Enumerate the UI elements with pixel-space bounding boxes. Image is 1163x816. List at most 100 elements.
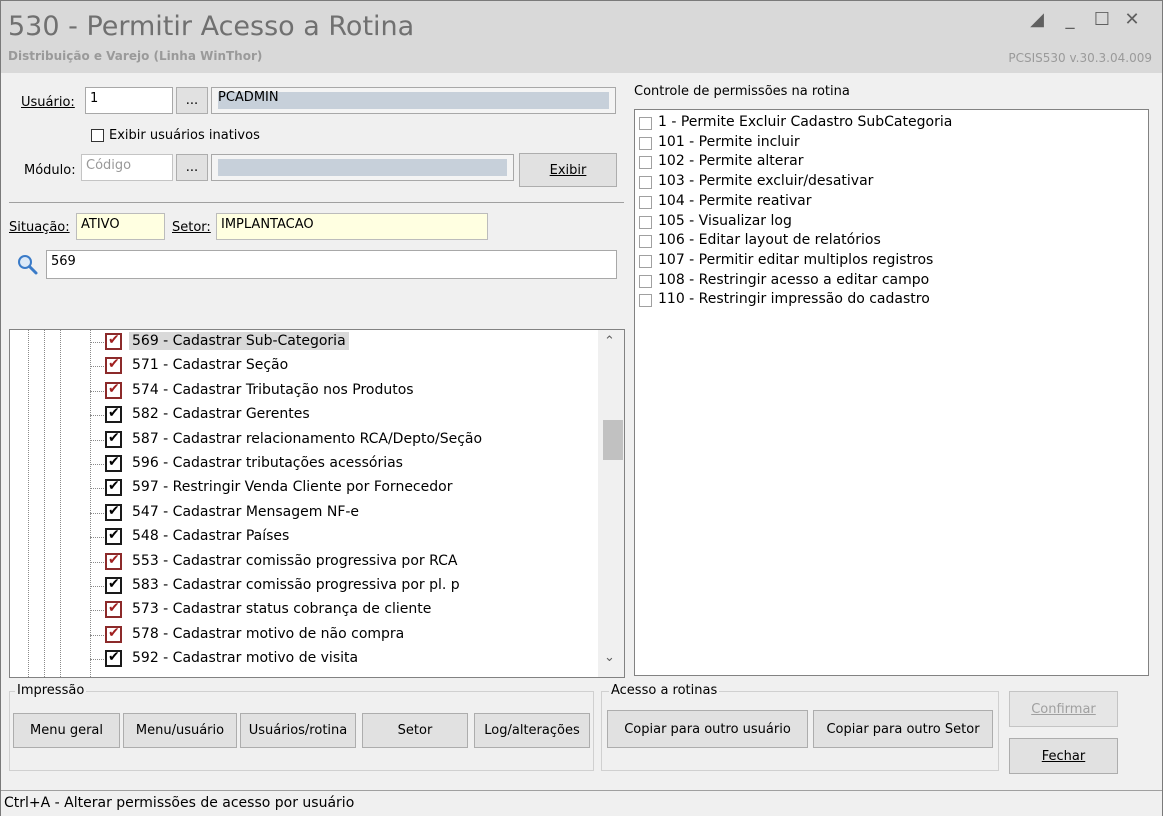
permission-label: 110 - Restringir impressão do cadastro xyxy=(658,291,930,308)
checkmark-icon: ✔ xyxy=(108,649,120,666)
tree-item-checkbox[interactable]: ✔ xyxy=(105,503,122,521)
situation-label: Situação: xyxy=(9,220,70,235)
tree-item[interactable]: ✔ 592 - Cadastrar motivo de visita xyxy=(10,647,598,671)
restore-icon[interactable]: ◢ xyxy=(1026,9,1048,31)
tree-item[interactable]: ✔ 597 - Restringir Venda Cliente por Forn… xyxy=(10,476,598,500)
minimize-icon[interactable]: _ xyxy=(1059,9,1081,31)
permission-checkbox[interactable] xyxy=(639,176,652,190)
permission-label: 107 - Permitir editar multiplos registro… xyxy=(658,251,934,268)
tree-item-checkbox[interactable]: ✔ xyxy=(105,527,122,546)
window-title: 530 - Permitir Acesso a Rotina xyxy=(8,11,415,42)
situation-label-text: Situação: xyxy=(9,220,70,235)
checkmark-icon: ✔ xyxy=(108,478,120,495)
close-icon[interactable]: ✕ xyxy=(1121,9,1143,31)
tree-item-label: 569 - Cadastrar Sub-Categoria xyxy=(129,332,349,350)
tree-item[interactable]: ✔ 547 - Cadastrar Mensagem NF-e xyxy=(10,501,598,525)
tree-connector xyxy=(90,561,104,563)
permission-checkbox[interactable] xyxy=(639,195,652,209)
tree-item-label: 573 - Cadastrar status cobrança de clien… xyxy=(132,601,432,618)
tree-item-checkbox[interactable]: ✔ xyxy=(105,429,122,448)
tree-item[interactable]: ✔ 571 - Cadastrar Seção xyxy=(10,354,598,378)
tree-connector xyxy=(90,610,104,612)
tree-connector xyxy=(90,439,104,441)
permission-label: 105 - Visualizar log xyxy=(658,212,792,229)
tree-item-checkbox[interactable]: ✔ xyxy=(105,478,122,497)
module-label: Módulo: xyxy=(24,163,76,178)
copy-to-user-button[interactable]: Copiar para outro usuário xyxy=(607,710,808,748)
status-text: Ctrl+A - Alterar permissões de acesso po… xyxy=(4,795,355,811)
user-code-field[interactable]: 1 xyxy=(85,87,173,114)
permission-checkbox[interactable] xyxy=(639,274,652,288)
situation-field: ATIVO xyxy=(76,213,165,240)
checkmark-icon: ✔ xyxy=(108,405,120,422)
tree-item-checkbox[interactable]: ✔ xyxy=(105,454,122,472)
permission-checkbox[interactable] xyxy=(639,235,652,249)
tree-item-checkbox[interactable]: ✔ xyxy=(105,600,122,619)
confirm-button-label: Confirmar xyxy=(1031,701,1096,717)
user-label: Usuário: xyxy=(21,95,75,110)
tree-item[interactable]: ✔ 548 - Cadastrar Países xyxy=(10,525,598,549)
permission-label: 106 - Editar layout de relatórios xyxy=(658,232,881,249)
tree-connector xyxy=(90,634,104,636)
module-browse-button[interactable]: ... xyxy=(176,154,208,181)
show-button[interactable]: Exibir xyxy=(519,153,617,187)
print-general-menu-button[interactable]: Menu geral xyxy=(13,713,120,748)
permission-checkbox[interactable] xyxy=(639,254,652,268)
search-icon[interactable] xyxy=(17,254,39,276)
tree-item[interactable]: ✔ 574 - Cadastrar Tributação nos Produtos xyxy=(10,379,598,403)
close-button[interactable]: Fechar xyxy=(1009,738,1118,774)
tree-connector xyxy=(90,464,104,465)
permission-label: 104 - Permite reativar xyxy=(658,192,812,209)
tree-item-label: 574 - Cadastrar Tributação nos Produtos xyxy=(132,381,414,398)
permission-checkbox[interactable] xyxy=(639,136,652,150)
tree-item[interactable]: ✔ 596 - Cadastrar tributações acessórias xyxy=(10,452,598,476)
main-window: 530 - Permitir Acesso a Rotina Distribui… xyxy=(0,0,1163,816)
tree-item-checkbox[interactable]: ✔ xyxy=(105,625,122,643)
tree-item-label: 553 - Cadastrar comissão progressiva por… xyxy=(132,552,458,569)
tree-item-checkbox[interactable]: ✔ xyxy=(105,552,122,570)
close-button-label: Fechar xyxy=(1041,748,1086,764)
tree-item-label: 547 - Cadastrar Mensagem NF-e xyxy=(132,503,360,520)
scroll-thumb[interactable] xyxy=(603,420,623,460)
checkmark-icon: ✔ xyxy=(108,429,120,446)
tree-item-checkbox[interactable]: ✔ xyxy=(105,332,122,350)
scroll-up-icon[interactable]: ⌃ xyxy=(604,334,615,349)
tree-item-checkbox[interactable]: ✔ xyxy=(105,576,122,594)
permission-label: 101 - Permite incluir xyxy=(658,133,800,150)
sector-label-text: Setor: xyxy=(172,220,211,235)
scroll-down-icon[interactable]: ⌄ xyxy=(604,650,615,665)
tree-item[interactable]: ✔ 587 - Cadastrar relacionamento RCA/Dept… xyxy=(10,428,598,452)
tree-item-checkbox[interactable]: ✔ xyxy=(105,405,122,424)
print-users-routine-button[interactable]: Usuários/rotina xyxy=(240,713,356,748)
confirm-button[interactable]: Confirmar xyxy=(1009,691,1118,727)
show-inactive-checkbox[interactable] xyxy=(91,129,104,142)
tree-item[interactable]: ✔ 583 - Cadastrar comissão progressiva po… xyxy=(10,574,598,598)
tree-item-checkbox[interactable]: ✔ xyxy=(105,649,122,668)
print-user-menu-button[interactable]: Menu/usuário xyxy=(123,713,237,748)
print-log-button[interactable]: Log/alterações xyxy=(474,713,590,748)
tree-item-label: 583 - Cadastrar comissão progressiva por… xyxy=(132,577,460,593)
tree-item[interactable]: ✔ 553 - Cadastrar comissão progressiva po… xyxy=(10,550,598,574)
tree-item-checkbox[interactable]: ✔ xyxy=(105,356,122,375)
permission-checkbox[interactable] xyxy=(639,117,652,130)
module-name-fill xyxy=(218,159,507,176)
maximize-icon[interactable]: ☐ xyxy=(1091,9,1113,31)
tree-item[interactable]: ✔ 569 - Cadastrar Sub-Categoria xyxy=(10,330,598,354)
permission-checkbox[interactable] xyxy=(639,294,652,308)
tree-scrollbar[interactable]: ⌃ ⌄ xyxy=(598,330,624,677)
print-sector-button[interactable]: Setor xyxy=(362,713,468,748)
tree-item[interactable]: ✔ 582 - Cadastrar Gerentes xyxy=(10,403,598,427)
permission-checkbox[interactable] xyxy=(639,156,652,170)
tree-item-checkbox[interactable]: ✔ xyxy=(105,381,122,399)
tree-connector xyxy=(90,586,104,587)
module-code-field[interactable]: Código xyxy=(81,154,173,181)
routine-tree[interactable]: ✔ 569 - Cadastrar Sub-Categoria ✔ 571 - Cad… xyxy=(9,329,625,678)
permissions-list: 1 - Permite Excluir Cadastro SubCategori… xyxy=(634,109,1149,676)
user-browse-button[interactable]: ... xyxy=(176,87,208,114)
permission-label: 103 - Permite excluir/desativar xyxy=(658,173,874,190)
copy-to-sector-button[interactable]: Copiar para outro Setor xyxy=(813,710,993,748)
tree-item[interactable]: ✔ 578 - Cadastrar motivo de não compra xyxy=(10,623,598,647)
search-input[interactable]: 569 xyxy=(46,250,617,279)
tree-item[interactable]: ✔ 573 - Cadastrar status cobrança de clie… xyxy=(10,598,598,622)
permission-checkbox[interactable] xyxy=(639,215,652,229)
